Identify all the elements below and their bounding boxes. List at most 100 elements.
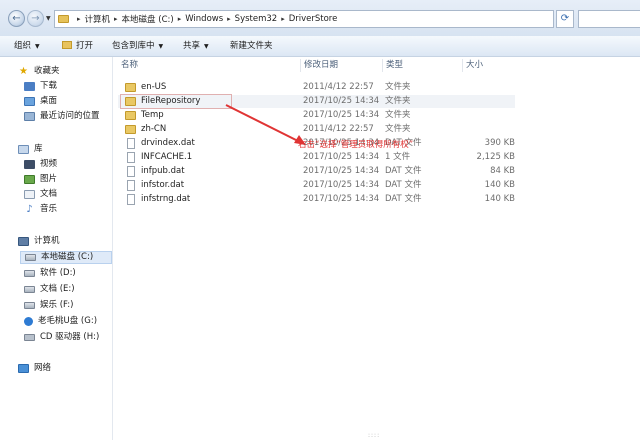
nav-desktop[interactable]: 桌面	[24, 95, 57, 108]
open-button[interactable]: 打开	[62, 39, 93, 53]
file-name: infstrng.dat	[141, 194, 191, 204]
folder-icon	[125, 83, 136, 92]
pictures-icon	[24, 175, 35, 184]
computer-icon	[18, 237, 29, 246]
chevron-right-icon: ▸	[77, 15, 81, 23]
nav-drive-f[interactable]: 娱乐 (F:)	[24, 299, 73, 312]
file-name: INFCACHE.1	[141, 152, 193, 162]
nav-pictures[interactable]: 图片	[24, 173, 57, 186]
file-row[interactable]: INFCACHE.1 2017/10/25 14:34 1 文件 2,125 K…	[118, 151, 515, 164]
file-row[interactable]: infstor.dat 2017/10/25 14:34 DAT 文件 140 …	[118, 179, 515, 192]
file-type: 文件夹	[385, 82, 411, 92]
file-row[interactable]: en-US 2011/4/12 22:57 文件夹	[118, 81, 515, 94]
nav-recent-places[interactable]: 最近访问的位置	[24, 110, 100, 123]
nav-drive-g[interactable]: 老毛桃U盘 (G:)	[24, 315, 97, 328]
breadcrumb-item-computer[interactable]: ▸ 计算机	[73, 13, 110, 25]
file-name: en-US	[141, 82, 167, 92]
file-row[interactable]: FileRepository 2017/10/25 14:34 文件夹	[118, 94, 515, 109]
back-button[interactable]: ←	[8, 10, 25, 27]
breadcrumb-item-system32[interactable]: ▸ System32	[223, 14, 277, 24]
column-header-name[interactable]: 名称	[118, 59, 301, 72]
hard-drive-icon	[25, 254, 36, 261]
nav-drive-c[interactable]: 本地磁盘 (C:)	[20, 251, 112, 264]
file-name: FileRepository	[141, 96, 201, 106]
file-row[interactable]: Temp 2017/10/25 14:34 文件夹	[118, 109, 515, 122]
hard-drive-icon	[24, 286, 35, 293]
video-icon	[24, 160, 35, 169]
nav-drive-e[interactable]: 文档 (E:)	[24, 283, 75, 296]
include-in-library-button[interactable]: 包含到库中 ▼	[112, 39, 163, 53]
file-type: 1 文件	[385, 152, 411, 162]
breadcrumb[interactable]: ▸ 计算机 ▸ 本地磁盘 (C:) ▸ Windows ▸ System32 ▸ Driv…	[54, 10, 554, 28]
nav-network[interactable]: 网络	[18, 362, 51, 375]
file-type: 文件夹	[385, 96, 411, 106]
file-date: 2017/10/25 14:34	[303, 180, 380, 190]
hard-drive-icon	[24, 270, 35, 277]
network-icon	[18, 364, 29, 373]
file-type: DAT 文件	[385, 180, 422, 190]
search-input[interactable]	[578, 10, 640, 28]
refresh-icon: ⟳	[560, 13, 570, 24]
nav-drive-h[interactable]: CD 驱动器 (H:)	[24, 331, 99, 344]
file-icon	[127, 180, 135, 191]
download-icon	[24, 82, 35, 91]
file-icon	[127, 138, 135, 149]
file-name: infstor.dat	[141, 180, 185, 190]
file-icon	[127, 166, 135, 177]
nav-computer[interactable]: 计算机	[18, 235, 60, 248]
share-button[interactable]: 共享 ▼	[183, 39, 209, 53]
file-name: Temp	[141, 110, 164, 120]
resize-grip[interactable]: ::::	[368, 432, 380, 439]
nav-music[interactable]: ♪ 音乐	[24, 203, 57, 216]
file-size: 140 KB	[484, 194, 515, 204]
nav-documents[interactable]: 文档	[24, 188, 57, 201]
nav-libraries[interactable]: 库	[18, 143, 43, 156]
column-header-modified[interactable]: 修改日期	[301, 59, 383, 72]
file-size: 84 KB	[490, 166, 515, 176]
forward-arrow-icon: →	[31, 13, 40, 24]
breadcrumb-item-driverstore[interactable]: ▸ DriverStore	[277, 14, 337, 24]
usb-drive-icon	[24, 317, 33, 326]
file-date: 2017/10/25 14:34	[303, 96, 380, 106]
nav-videos[interactable]: 视频	[24, 158, 57, 171]
file-row[interactable]: zh-CN 2011/4/12 22:57 文件夹	[118, 123, 515, 136]
organize-button[interactable]: 组织 ▼	[14, 39, 40, 53]
new-folder-button[interactable]: 新建文件夹	[230, 39, 273, 53]
chevron-right-icon: ▸	[227, 15, 231, 23]
dropdown-arrow-icon: ▼	[35, 43, 40, 50]
history-dropdown-icon[interactable]: ▼	[46, 15, 51, 22]
dropdown-arrow-icon: ▼	[204, 43, 209, 50]
nav-drive-d[interactable]: 软件 (D:)	[24, 267, 76, 280]
address-bar-region: ← → ▼ ▸ 计算机 ▸ 本地磁盘 (C:) ▸ Windows ▸ System32…	[0, 0, 640, 37]
column-header-type[interactable]: 类型	[383, 59, 463, 72]
chevron-right-icon: ▸	[177, 15, 182, 23]
file-row[interactable]: infstrng.dat 2017/10/25 14:34 DAT 文件 140…	[118, 193, 515, 206]
folder-icon	[125, 111, 136, 120]
file-size	[463, 109, 515, 122]
refresh-button[interactable]: ⟳	[556, 10, 574, 28]
folder-icon	[125, 125, 136, 134]
column-header-size[interactable]: 大小	[463, 59, 515, 72]
forward-button[interactable]: →	[27, 10, 44, 27]
cd-drive-icon	[24, 334, 35, 341]
library-icon	[18, 145, 29, 154]
nav-downloads[interactable]: 下载	[24, 80, 57, 93]
file-type: DAT 文件	[385, 166, 422, 176]
breadcrumb-item-drive-c[interactable]: ▸ 本地磁盘 (C:)	[110, 13, 174, 25]
chevron-right-icon: ▸	[114, 15, 118, 23]
file-type: 文件夹	[385, 110, 411, 120]
hard-drive-icon	[24, 302, 35, 309]
command-bar: 组织 ▼ 打开 包含到库中 ▼ 共享 ▼ 新建文件夹	[0, 36, 640, 57]
file-size: 2,125 KB	[476, 152, 515, 162]
file-size: 140 KB	[484, 180, 515, 190]
nav-favorites[interactable]: ★ 收藏夹	[18, 65, 60, 78]
breadcrumb-item-windows[interactable]: ▸ Windows	[174, 14, 223, 24]
file-date: 2011/4/12 22:57	[303, 124, 374, 134]
file-icon	[127, 152, 135, 163]
file-row[interactable]: infpub.dat 2017/10/25 14:34 DAT 文件 84 KB	[118, 165, 515, 178]
back-arrow-icon: ←	[12, 13, 21, 24]
navigation-pane: ★ 收藏夹 下载 桌面 最近访问的位置 库 视频 图片 文档 ♪ 音乐 计算机 本地…	[0, 57, 113, 440]
folder-icon	[125, 97, 136, 106]
file-date: 2017/10/25 14:34	[303, 152, 380, 162]
file-type: 文件夹	[385, 124, 411, 134]
